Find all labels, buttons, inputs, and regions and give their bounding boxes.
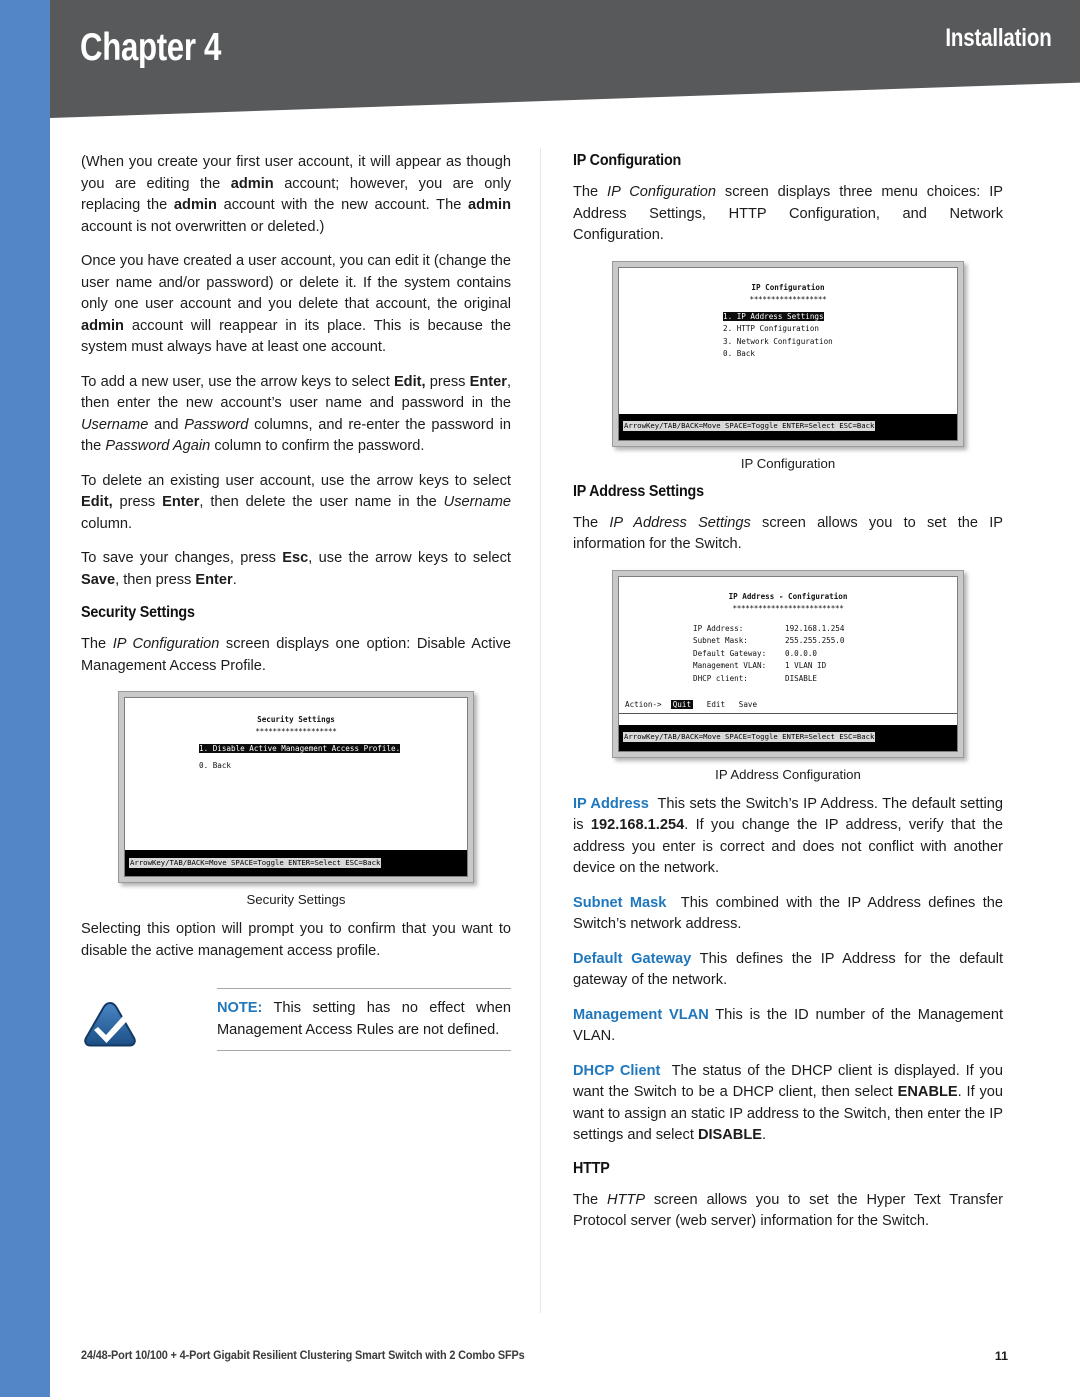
screenshot-frame-security: Security Settings ******************* 1.… [118, 691, 474, 883]
definition-subnet-mask: Subnet Mask This combined with the IP Ad… [573, 894, 1004, 933]
action-save: Save [738, 700, 758, 709]
paragraph-delete-user: To delete an existing user account, use … [81, 472, 511, 532]
terminal-status-bar-ipconfig: ArrowKey/TAB/BACK=Move SPACE=Toggle ENTE… [619, 413, 957, 440]
figure-caption-ipaddr: IP Address Configuration [715, 766, 861, 782]
terminal-menu-item-network-configuration: 3. Network Configuration [723, 336, 833, 346]
terminal-field-management-vlan: Management VLAN: 1 VLAN ID [619, 660, 957, 673]
terminal-field-ip-address: IP Address: 192.168.1.254 [619, 623, 957, 636]
linksys-check-triangle-icon [83, 1000, 137, 1048]
action-label: Action-> [625, 700, 662, 709]
terminal-menu-item-ip-address-settings: 1. IP Address Settings [619, 311, 957, 324]
paragraph-add-new-user: To add a new user, use the arrow keys to… [81, 373, 512, 455]
terminal-title: Security Settings [257, 715, 335, 724]
terminal-status-bar-ipaddr: ArrowKey/TAB/BACK=Move SPACE=Toggle ENTE… [619, 724, 957, 751]
figure-ip-address-configuration: IP Address - Configuration *************… [573, 569, 1003, 782]
paragraph-http-intro: The HTTP screen allows you to set the Hy… [573, 1191, 1004, 1230]
left-column: (When you create your first user account… [81, 152, 511, 1062]
terminal-field-dhcp-client: DHCP client: DISABLE [619, 673, 957, 686]
figure-security-settings: Security Settings ******************* 1.… [81, 691, 511, 907]
terminal-title-rule: ************************** [732, 604, 844, 613]
terminal-title: IP Configuration [751, 282, 825, 292]
action-quit: Quit [670, 700, 694, 709]
terminal-menu-item-label: 1. Disable Active Management Access Prof… [199, 744, 401, 754]
terminal-status-text: ArrowKey/TAB/BACK=Move SPACE=Toggle ENTE… [623, 731, 876, 742]
terminal-status-text: ArrowKey/TAB/BACK=Move SPACE=Toggle ENTE… [129, 858, 382, 868]
terminal-title: IP Address - Configuration [728, 591, 848, 601]
note-box: NOTE: This setting has no effect when Ma… [81, 988, 511, 1062]
note-message: This setting has no effect when Manageme… [217, 1000, 511, 1038]
terminal-menu-item-disable-profile: 1. Disable Active Management Access Prof… [125, 743, 467, 755]
terminal-action-row: Action-> Quit Edit Save [619, 699, 957, 714]
terminal-ip-configuration: IP Configuration ****************** 1. I… [619, 267, 957, 414]
document-page: Chapter 4 Installation (When you create … [0, 0, 1080, 1397]
terminal-menu-item-label: 1. IP Address Settings [723, 311, 824, 321]
field-key: IP Address: [693, 623, 744, 633]
terminal-menu-item-back: 0. Back [199, 760, 232, 770]
header-section-label: Installation [945, 24, 1052, 52]
paragraph-ip-configuration-intro: The IP Configuration screen displays thr… [573, 184, 1003, 243]
field-key: Default Gateway: [693, 648, 767, 658]
paragraph-confirm-disable: Selecting this option will prompt you to… [81, 921, 511, 959]
terminal-title-rule: ******************* [255, 726, 337, 736]
screenshot-frame-ipconfig: IP Configuration ****************** 1. I… [612, 260, 964, 447]
screenshot-frame-ipaddr: IP Address - Configuration *************… [612, 569, 964, 758]
definition-default-gateway: Default Gateway This defines the IP Addr… [573, 950, 1004, 989]
heading-security-settings: Security Settings [81, 604, 195, 621]
field-key: DHCP client: [693, 673, 748, 683]
page-header: Chapter 4 Installation [50, 0, 1080, 118]
terminal-menu-item-http-configuration: 2. HTTP Configuration [723, 324, 820, 334]
terminal-menu-item-back: 0. Back [723, 349, 756, 359]
page-title: Chapter 4 [80, 26, 222, 69]
figure-caption-security: Security Settings [246, 892, 346, 907]
paragraph-save-changes: To save your changes, press Esc, use the… [81, 550, 511, 588]
footer-product-name: 24/48-Port 10/100 + 4-Port Gigabit Resil… [81, 1349, 525, 1362]
terminal-security-settings: Security Settings ******************* 1.… [125, 698, 467, 850]
heading-ip-address-settings: IP Address Settings [573, 482, 704, 500]
field-value: 255.255.255.0 [785, 636, 845, 645]
paragraph-admin-account-note: (When you create your first user account… [81, 154, 511, 235]
terminal-ip-address-configuration: IP Address - Configuration *************… [619, 576, 957, 725]
note-rule-bottom [217, 1050, 511, 1051]
field-value: 192.168.1.254 [785, 623, 845, 633]
definition-ip-address: IP Address This sets the Switch’s IP Add… [573, 795, 1004, 877]
terminal-status-text: ArrowKey/TAB/BACK=Move SPACE=Toggle ENTE… [623, 420, 876, 431]
terminal-field-subnet-mask: Subnet Mask: 255.255.255.0 [619, 635, 957, 648]
note-text: NOTE: This setting has no effect when Ma… [217, 989, 511, 1050]
note-keyword: NOTE: [217, 1000, 263, 1016]
field-key: Management VLAN: [693, 661, 767, 670]
right-column: IP Configuration The IP Configuration sc… [573, 152, 1003, 1233]
figure-ip-configuration: IP Configuration ****************** 1. I… [573, 260, 1003, 471]
field-value: DISABLE [785, 673, 818, 683]
footer-page-number: 11 [994, 1349, 1008, 1363]
field-value: 1 VLAN ID [785, 661, 827, 670]
heading-ip-configuration: IP Configuration [573, 152, 682, 169]
heading-http: HTTP [573, 1159, 610, 1177]
terminal-status-bar-security: ArrowKey/TAB/BACK=Move SPACE=Toggle ENTE… [125, 850, 467, 876]
action-edit: Edit [706, 700, 726, 709]
field-value: 0.0.0.0 [785, 648, 818, 658]
field-key: Subnet Mask: [693, 636, 748, 645]
paragraph-edit-delete-account: Once you have created a user account, yo… [81, 253, 511, 355]
paragraph-ip-address-settings-intro: The IP Address Settings screen allows yo… [573, 514, 1003, 553]
page-spine-blue-bar [0, 0, 50, 1397]
paragraph-security-intro: The IP Configuration screen displays one… [81, 636, 512, 674]
terminal-title-rule: ****************** [749, 295, 827, 305]
figure-caption-ipconfig: IP Configuration [740, 455, 836, 471]
definition-dhcp-client: DHCP Client The status of the DHCP clien… [573, 1062, 1003, 1144]
definition-management-vlan: Management VLAN This is the ID number of… [573, 1006, 1003, 1045]
column-divider [540, 148, 541, 1313]
screenshot-inner-security: Security Settings ******************* 1.… [124, 697, 468, 877]
terminal-field-default-gateway: Default Gateway: 0.0.0.0 [619, 648, 957, 661]
screenshot-inner-ipconfig: IP Configuration ****************** 1. I… [618, 266, 958, 441]
screenshot-inner-ipaddr: IP Address - Configuration *************… [618, 575, 958, 752]
